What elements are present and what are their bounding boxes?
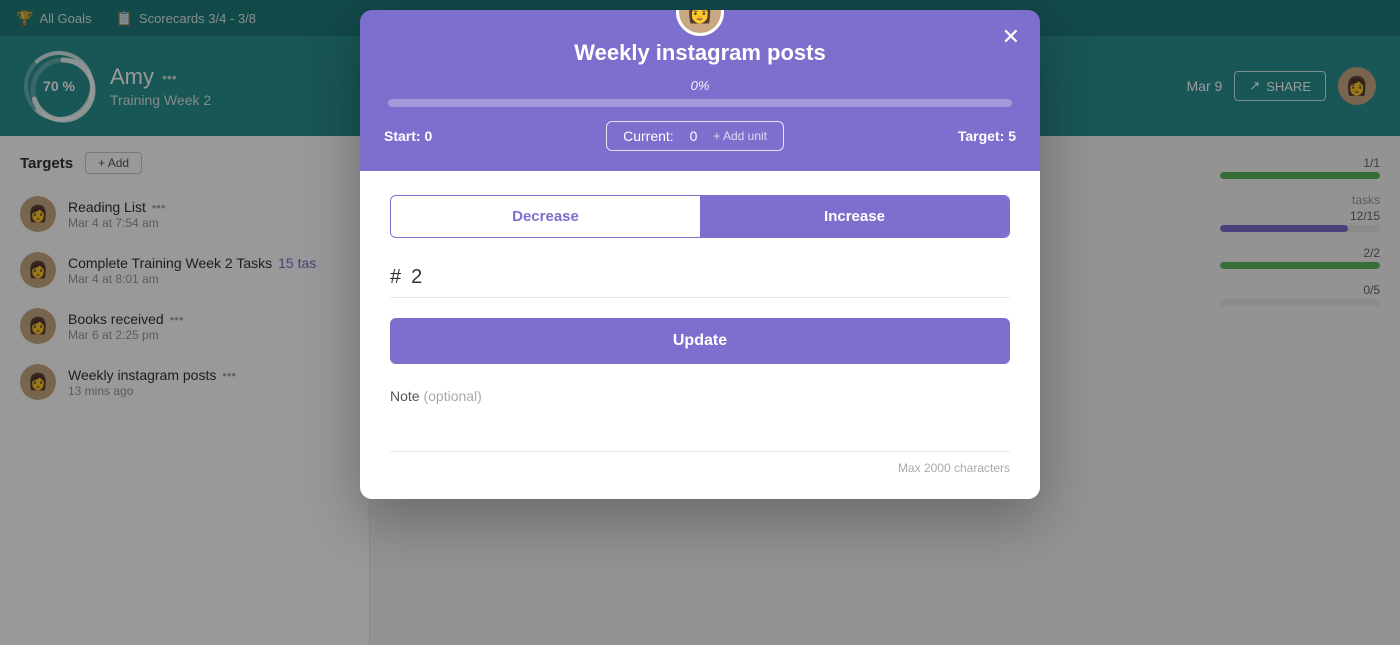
modal-body: Decrease Increase # Update Note (optiona… — [360, 171, 1040, 499]
modal-values: Start: 0 Current: 0 + Add unit Target: 5 — [384, 121, 1016, 151]
increase-button[interactable]: Increase — [700, 196, 1009, 237]
number-input-row: # — [390, 258, 1010, 298]
modal-overlay[interactable]: 👩 ✕ Weekly instagram posts 0% Start: 0 C… — [0, 0, 1400, 645]
decrease-button[interactable]: Decrease — [391, 196, 700, 237]
modal-current-button[interactable]: Current: 0 + Add unit — [606, 121, 784, 151]
modal-start: Start: 0 — [384, 128, 432, 144]
modal-progress-percent: 0% — [384, 78, 1016, 93]
modal-target: Target: 5 — [958, 128, 1016, 144]
modal-progress-bar — [388, 99, 1012, 107]
update-button[interactable]: Update — [390, 318, 1010, 364]
modal-close-button[interactable]: ✕ — [1002, 26, 1020, 48]
toggle-group: Decrease Increase — [390, 195, 1010, 238]
note-max-chars: Max 2000 characters — [390, 461, 1010, 475]
hash-symbol: # — [390, 266, 401, 289]
note-textarea[interactable] — [390, 412, 1010, 452]
modal: 👩 ✕ Weekly instagram posts 0% Start: 0 C… — [360, 10, 1040, 499]
note-label: Note (optional) — [390, 388, 1010, 404]
number-input[interactable] — [411, 266, 1010, 289]
modal-title: Weekly instagram posts — [384, 40, 1016, 66]
